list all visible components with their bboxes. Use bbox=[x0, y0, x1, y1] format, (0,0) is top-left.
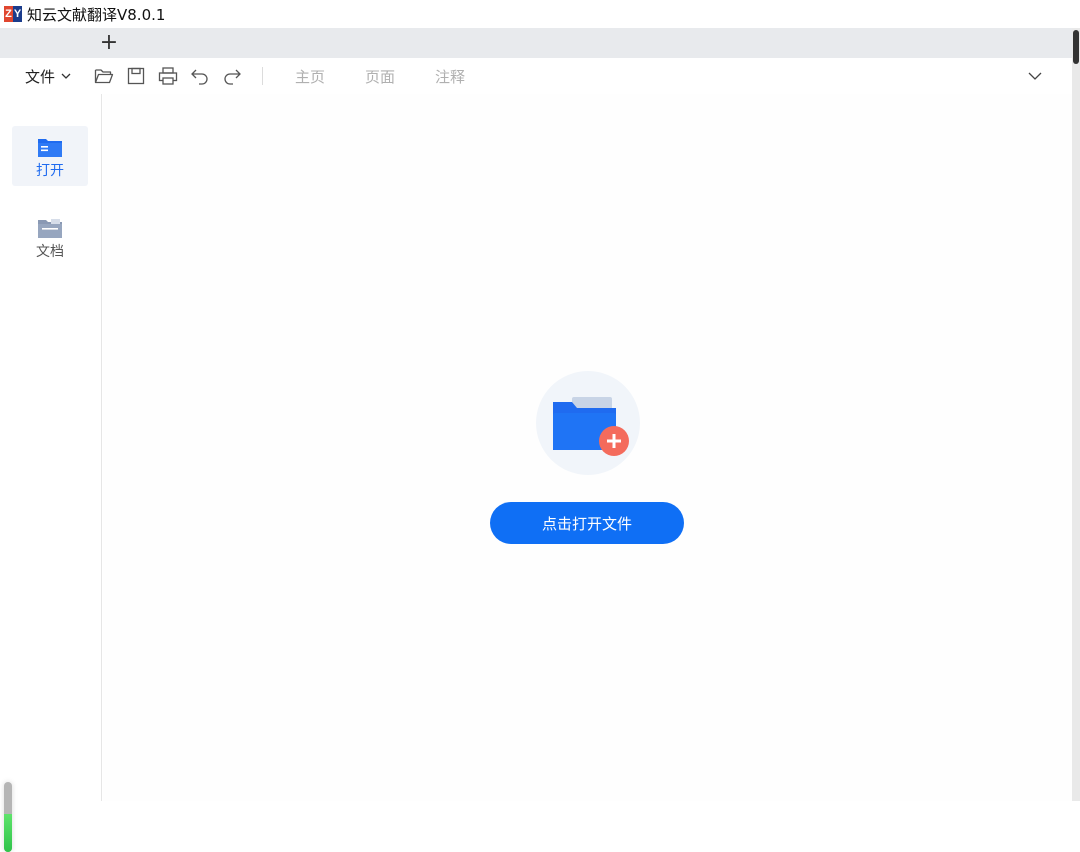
progress-fill bbox=[4, 814, 12, 852]
redo-icon[interactable] bbox=[222, 66, 242, 86]
app-logo-icon: Z Y bbox=[4, 6, 22, 22]
vertical-scrollbar[interactable] bbox=[1072, 28, 1080, 801]
title-bar: Z Y 知云文献翻译V8.0.1 bbox=[0, 0, 1080, 28]
open-folder-icon[interactable] bbox=[94, 66, 114, 86]
sidebar: 打开 文档 bbox=[0, 94, 102, 801]
tab-strip: + bbox=[0, 28, 1072, 58]
tab-page[interactable]: 页面 bbox=[365, 66, 395, 87]
file-menu-button[interactable]: 文件 bbox=[25, 66, 71, 87]
sidebar-item-open[interactable]: 打开 bbox=[12, 126, 88, 186]
main-workspace: 点击打开文件 bbox=[103, 94, 1072, 801]
scrollbar-thumb[interactable] bbox=[1073, 30, 1079, 64]
print-icon[interactable] bbox=[158, 66, 178, 86]
add-tab-button[interactable]: + bbox=[97, 30, 121, 56]
chevron-down-icon bbox=[61, 70, 71, 83]
save-icon[interactable] bbox=[126, 66, 146, 86]
open-file-button[interactable]: 点击打开文件 bbox=[490, 502, 684, 544]
progress-indicator bbox=[4, 782, 12, 852]
document-folder-icon bbox=[37, 217, 63, 239]
toolbar: 文件 主页 页面 注释 bbox=[0, 58, 1072, 94]
window-title: 知云文献翻译V8.0.1 bbox=[27, 4, 165, 25]
logo-letter-z: Z bbox=[4, 6, 13, 22]
toolbar-divider bbox=[262, 67, 263, 85]
logo-letter-y: Y bbox=[13, 6, 22, 22]
file-menu-label: 文件 bbox=[25, 66, 55, 87]
open-folder-icon bbox=[37, 136, 63, 158]
chevron-down-icon[interactable] bbox=[1028, 66, 1048, 86]
sidebar-item-label: 文档 bbox=[36, 241, 64, 261]
folder-add-icon bbox=[536, 371, 640, 475]
tab-annotation[interactable]: 注释 bbox=[435, 66, 465, 87]
sidebar-item-documents[interactable]: 文档 bbox=[12, 207, 88, 267]
undo-icon[interactable] bbox=[190, 66, 210, 86]
tab-home[interactable]: 主页 bbox=[295, 66, 325, 87]
sidebar-item-label: 打开 bbox=[36, 160, 64, 180]
